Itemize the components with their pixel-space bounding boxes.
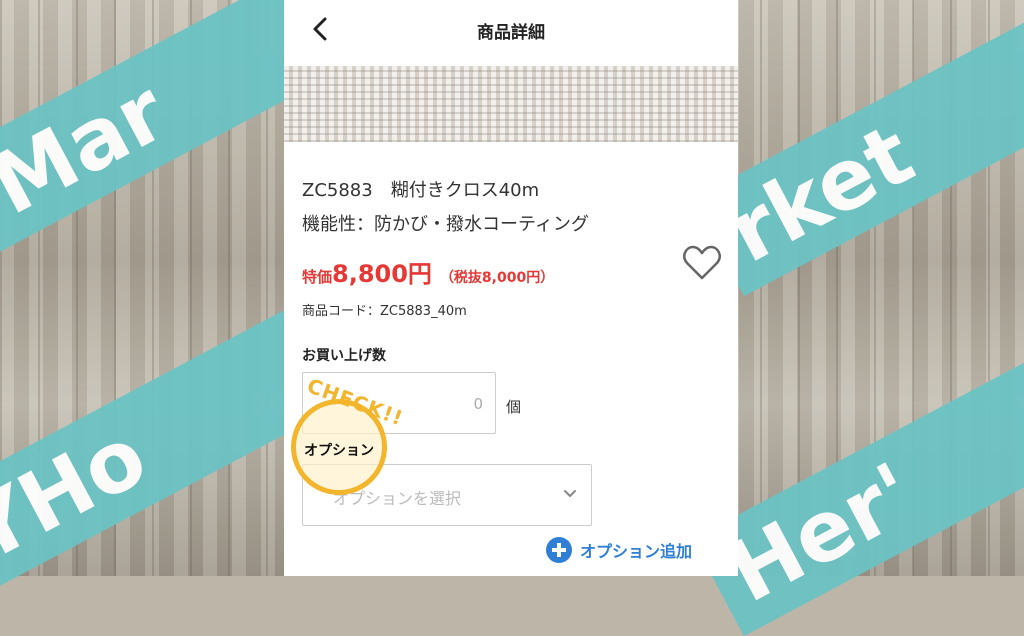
- quantity-value: 0: [473, 395, 483, 413]
- product-feature: 機能性：防かび・撥水コーティング: [302, 214, 589, 235]
- add-option-button[interactable]: オプション追加: [546, 537, 692, 563]
- price-row: 特価8,800円 （税抜8,000円）: [302, 254, 554, 289]
- top-bar: 商品詳細: [284, 0, 738, 62]
- price-label: 特価: [302, 268, 333, 286]
- product-name: ZC5883 糊付きクロス40m: [302, 180, 540, 201]
- option-label: オプション: [304, 443, 374, 459]
- heart-icon[interactable]: [682, 244, 722, 282]
- product-image: [284, 66, 738, 142]
- price-value: 8,800円: [332, 260, 432, 288]
- page-title: 商品詳細: [477, 23, 545, 43]
- quantity-label: お買い上げ数: [302, 348, 386, 364]
- product-code: 商品コード：ZC5883_40m: [302, 304, 467, 319]
- quantity-unit: 個: [506, 398, 522, 416]
- chevron-down-icon: [564, 490, 576, 497]
- price-tax: （税抜8,000円）: [439, 270, 555, 286]
- add-option-label: オプション追加: [580, 542, 693, 561]
- plus-icon: [546, 537, 572, 563]
